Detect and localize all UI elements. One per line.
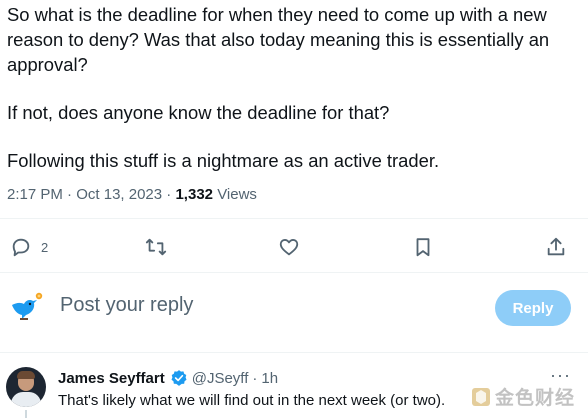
like-icon: [279, 239, 299, 256]
meta-separator: ·: [67, 186, 73, 203]
watermark-logo-icon: [472, 387, 490, 406]
share-icon: [547, 237, 565, 256]
reply-submit-button[interactable]: Reply: [495, 290, 571, 326]
avatar[interactable]: [6, 367, 46, 407]
thread-line: [25, 410, 27, 418]
tweet-text: So what is the deadline for when they ne…: [7, 2, 582, 173]
retweet-button[interactable]: [145, 229, 167, 265]
bookmark-icon: [416, 238, 430, 257]
reply-input[interactable]: Post your reply: [60, 294, 193, 317]
views-count: 1,332: [175, 186, 214, 203]
divider: [0, 352, 588, 353]
author-name[interactable]: James Seyffart: [58, 370, 165, 387]
tweet-date[interactable]: Oct 13, 2023: [76, 186, 162, 203]
action-bar: 2: [0, 229, 588, 265]
author-line: James Seyffart @JSeyff · 1h: [58, 369, 278, 387]
watermark: 金色财经: [470, 383, 575, 410]
reply-count: 2: [41, 239, 49, 255]
divider: [0, 218, 588, 219]
views-label: Views: [217, 186, 257, 203]
divider: [0, 272, 588, 273]
reply-text: That's likely what we will find out in t…: [58, 392, 446, 409]
tweet-meta: 2:17 PM · Oct 13, 2023 · 1,332 Views: [7, 186, 257, 203]
tweet-paragraph: Following this stuff is a nightmare as a…: [7, 150, 440, 171]
share-button[interactable]: [545, 229, 567, 265]
reply-button[interactable]: 2: [10, 229, 48, 265]
reply-icon: [12, 238, 30, 257]
bookmark-button[interactable]: [412, 229, 434, 265]
like-button[interactable]: [278, 229, 300, 265]
tweet-paragraph: If not, does anyone know the deadline fo…: [7, 102, 390, 123]
author-handle[interactable]: @JSeyff: [192, 370, 249, 387]
reply-composer: Post your reply Reply: [0, 285, 588, 335]
meta-separator: ·: [166, 186, 172, 203]
watermark-text: 金色财经: [495, 388, 576, 409]
verified-badge-icon: [171, 370, 187, 386]
reply-time[interactable]: 1h: [261, 370, 278, 387]
retweet-icon: [145, 238, 167, 256]
meta-separator: ·: [252, 369, 258, 387]
bird-icon: [12, 292, 43, 320]
tweet-paragraph: So what is the deadline for when they ne…: [7, 4, 550, 75]
more-options-icon[interactable]: ···: [550, 366, 571, 384]
tweet-time[interactable]: 2:17 PM: [7, 186, 63, 203]
